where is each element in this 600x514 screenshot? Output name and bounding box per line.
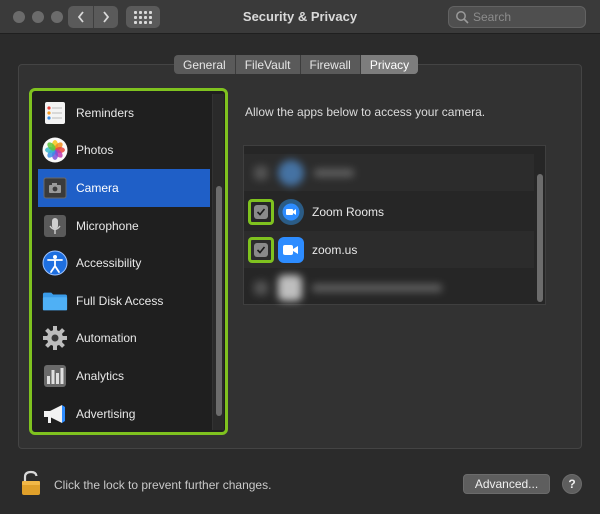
apps-scroll-thumb[interactable]	[537, 174, 543, 302]
privacy-category-list: Reminders Photos Camera Microphone Acces…	[29, 88, 228, 435]
sidebar-item-label: Photos	[76, 143, 114, 158]
help-button[interactable]: ?	[562, 474, 582, 494]
camera-icon	[42, 175, 68, 201]
lock-hint-text: Click the lock to prevent further change…	[54, 478, 272, 492]
microphone-icon	[42, 213, 68, 239]
app-name: Zoom Rooms	[312, 204, 385, 219]
search-field[interactable]	[448, 6, 586, 28]
list-item	[244, 154, 534, 191]
apps-scrollbar[interactable]	[534, 146, 546, 304]
accessibility-icon	[42, 250, 68, 276]
sidebar-scroll-thumb[interactable]	[216, 186, 222, 416]
sidebar-item-full-disk-access[interactable]: Full Disk Access	[38, 282, 210, 320]
sidebar-item-label: Analytics	[76, 368, 125, 383]
tab-filevault[interactable]: FileVault	[234, 55, 300, 74]
list-item	[244, 269, 534, 306]
sidebar-item-label: Camera	[76, 180, 119, 195]
sidebar-item-photos[interactable]: Photos	[38, 132, 210, 170]
sidebar-item-automation[interactable]: Automation	[38, 320, 210, 358]
zoom-us-checkbox-highlight	[248, 236, 274, 263]
zoom-rooms-checkbox[interactable]	[254, 204, 268, 219]
megaphone-icon	[42, 401, 68, 427]
app-row-zoom-rooms: Zoom Rooms	[244, 193, 534, 230]
app-row-zoom-us: zoom.us	[244, 231, 534, 268]
allow-description: Allow the apps below to access your came…	[245, 105, 486, 119]
zoom-icon	[278, 236, 304, 263]
tab-general[interactable]: General	[174, 55, 235, 74]
sidebar-item-analytics[interactable]: Analytics	[38, 357, 210, 395]
checkmark-icon	[256, 245, 266, 254]
sidebar-scrollbar[interactable]	[212, 94, 224, 430]
app-name: zoom.us	[312, 242, 358, 257]
advanced-button[interactable]: Advanced...	[463, 474, 550, 494]
zoom-rooms-checkbox-highlight	[248, 198, 274, 225]
analytics-icon	[42, 363, 68, 389]
sidebar-item-camera[interactable]: Camera	[38, 169, 210, 207]
zoom-us-checkbox[interactable]	[254, 242, 268, 257]
lock-icon[interactable]	[20, 470, 42, 496]
sidebar-item-reminders[interactable]: Reminders	[38, 94, 210, 132]
sidebar-item-label: Accessibility	[76, 256, 142, 271]
zoom-rooms-icon	[278, 198, 304, 225]
tab-privacy[interactable]: Privacy	[359, 55, 419, 74]
reminders-icon	[42, 100, 68, 126]
tab-bar: General FileVault Firewall Privacy	[174, 55, 419, 74]
sidebar-item-label: Reminders	[76, 105, 135, 120]
gear-icon	[42, 325, 68, 351]
sidebar-item-microphone[interactable]: Microphone	[38, 207, 210, 245]
sidebar-item-label: Microphone	[76, 218, 139, 233]
sidebar-item-advertising[interactable]: Advertising	[38, 395, 210, 433]
sidebar-item-label: Automation	[76, 331, 137, 346]
sidebar-item-accessibility[interactable]: Accessibility	[38, 244, 210, 282]
apps-list: Zoom Rooms zoom.us	[243, 145, 546, 305]
sidebar-item-label: Advertising	[76, 406, 136, 421]
sidebar-item-label: Full Disk Access	[76, 293, 164, 308]
checkmark-icon	[256, 207, 266, 216]
folder-icon	[42, 288, 68, 314]
tab-firewall[interactable]: Firewall	[299, 55, 360, 74]
photos-icon	[42, 137, 68, 163]
title-bar: Security & Privacy	[0, 0, 600, 34]
search-icon	[456, 11, 469, 24]
search-input[interactable]	[473, 10, 583, 24]
